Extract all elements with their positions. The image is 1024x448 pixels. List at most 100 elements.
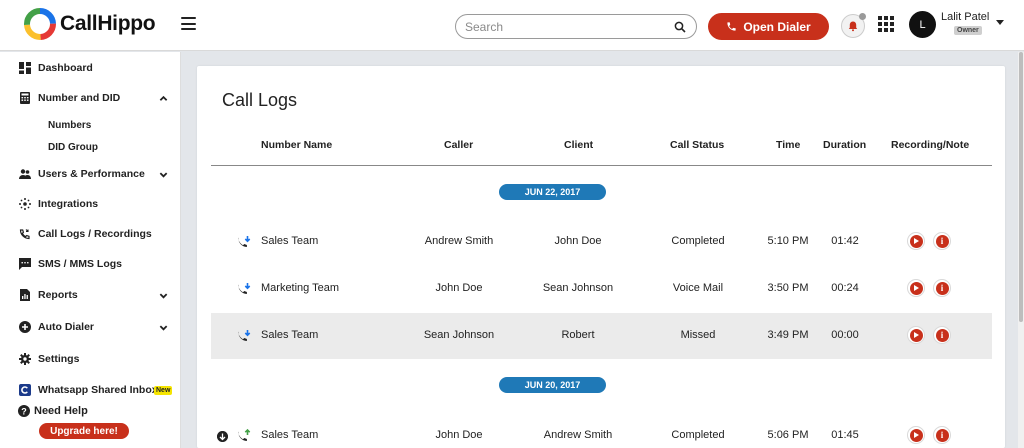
note-info-button[interactable]: i — [933, 232, 951, 250]
open-dialer-label: Open Dialer — [743, 19, 811, 34]
svg-text:?: ? — [21, 406, 27, 416]
play-icon — [914, 238, 919, 244]
notification-bell[interactable] — [841, 13, 866, 38]
menu-toggle-icon[interactable] — [181, 17, 196, 30]
outgoing-call-icon — [238, 428, 251, 441]
cell-duration: 01:42 — [831, 235, 859, 247]
sidebar-item-integrations[interactable]: Integrations — [0, 193, 181, 215]
open-dialer-button[interactable]: Open Dialer — [708, 13, 829, 40]
cell-number-name: Marketing Team — [261, 282, 340, 294]
cell-number-name: Sales Team — [261, 235, 319, 247]
play-recording-button[interactable] — [907, 326, 925, 344]
sidebar-subitem-numbers[interactable]: Numbers — [48, 120, 91, 131]
call-logs-icon — [19, 229, 30, 240]
chevron-down-icon[interactable] — [159, 291, 168, 300]
table-row[interactable]: Marketing Team John Doe Sean Johnson Voi… — [211, 266, 992, 312]
need-help-label: Need Help — [34, 405, 88, 417]
table-row[interactable]: Sales Team Sean Johnson Robert Missed 3:… — [211, 313, 992, 359]
play-icon — [914, 332, 919, 338]
sidebar-item-auto-dialer[interactable]: Auto Dialer — [0, 316, 181, 338]
user-menu-caret-icon[interactable] — [996, 20, 1004, 25]
callhippo-logo-icon[interactable] — [24, 8, 56, 40]
cell-call-status: Missed — [680, 329, 716, 341]
column-header-call-status[interactable]: Call Status — [670, 139, 724, 151]
column-header-caller[interactable]: Caller — [444, 139, 473, 151]
date-group-badge: JUN 20, 2017 — [499, 377, 606, 393]
search-input[interactable] — [465, 18, 665, 35]
play-recording-button[interactable] — [907, 232, 925, 250]
sidebar-subitem-did-group[interactable]: DID Group — [48, 142, 98, 153]
sidebar-item-users-performance[interactable]: Users & Performance — [0, 163, 181, 185]
cell-call-status: Voice Mail — [672, 282, 724, 294]
avatar[interactable]: L — [909, 11, 936, 38]
notification-dot — [859, 13, 866, 20]
sidebar-item-reports[interactable]: Reports — [0, 284, 181, 306]
dashboard-icon — [19, 62, 31, 74]
sidebar-item-label: Users & Performance — [38, 168, 145, 180]
users-icon — [19, 169, 31, 179]
sidebar-item-label: SMS / MMS Logs — [38, 258, 122, 270]
table-row[interactable]: Sales Team Andrew Smith John Doe Complet… — [211, 219, 992, 265]
sidebar-item-label: Number and DID — [38, 92, 121, 104]
app-name[interactable]: CallHippo — [60, 12, 156, 36]
sidebar-item-label: Integrations — [38, 198, 99, 210]
cell-number-name: Sales Team — [261, 329, 319, 341]
column-header-duration[interactable]: Duration — [823, 139, 866, 151]
new-badge: New — [154, 385, 173, 395]
column-header-number-name[interactable]: Number Name — [261, 139, 332, 151]
user-name[interactable]: Lalit Patel — [941, 11, 989, 23]
cell-time: 3:50 PM — [767, 282, 809, 294]
sidebar-item-whatsapp-inbox[interactable]: Whatsapp Shared Inbox New — [0, 379, 181, 401]
auto-dialer-icon — [19, 321, 31, 333]
sidebar-item-number-and-did[interactable]: Number and DID — [0, 87, 181, 109]
note-info-button[interactable]: i — [933, 426, 951, 444]
chevron-up-icon[interactable] — [159, 94, 168, 103]
column-header-client[interactable]: Client — [564, 139, 593, 151]
sidebar-item-label: Whatsapp Shared Inbox — [38, 384, 158, 396]
apps-grid-icon[interactable] — [878, 16, 894, 32]
phone-icon — [727, 22, 736, 31]
column-header-time[interactable]: Time — [776, 139, 800, 151]
table-header-divider — [211, 165, 992, 166]
play-recording-button[interactable] — [907, 279, 925, 297]
column-header-recording-note[interactable]: Recording/Note — [891, 139, 969, 151]
sidebar-item-label: Settings — [38, 353, 80, 365]
chevron-down-icon[interactable] — [159, 323, 168, 332]
info-icon: i — [935, 281, 949, 295]
cell-caller: Andrew Smith — [424, 235, 494, 247]
note-info-button[interactable]: i — [933, 279, 951, 297]
cell-call-status: Completed — [671, 235, 725, 247]
alarm-bell-icon — [848, 21, 858, 32]
sidebar-item-dashboard[interactable]: Dashboard — [0, 57, 181, 79]
cell-call-status: Completed — [671, 429, 725, 441]
page-scrollbar[interactable] — [1018, 52, 1024, 448]
incoming-call-icon — [238, 330, 251, 341]
page-title: Call Logs — [222, 90, 298, 110]
help-icon: ? — [18, 405, 30, 417]
sidebar-item-settings[interactable]: Settings — [0, 348, 181, 370]
cell-caller: John Doe — [435, 429, 483, 441]
cell-time: 3:49 PM — [767, 329, 809, 341]
sidebar-item-call-logs[interactable]: Call Logs / Recordings — [0, 223, 181, 245]
play-recording-button[interactable] — [907, 426, 925, 444]
note-info-button[interactable]: i — [933, 326, 951, 344]
date-group-badge: JUN 22, 2017 — [499, 184, 606, 200]
sidebar-item-sms-mms-logs[interactable]: SMS / MMS Logs — [0, 253, 181, 275]
chevron-down-icon[interactable] — [159, 170, 168, 179]
cell-duration: 00:00 — [831, 329, 859, 341]
cell-time: 5:10 PM — [767, 235, 809, 247]
reports-icon — [20, 289, 30, 301]
search-box[interactable] — [455, 14, 697, 39]
cell-time: 5:06 PM — [767, 429, 809, 441]
incoming-call-icon — [238, 283, 251, 294]
expand-row-icon[interactable] — [217, 431, 228, 442]
table-row[interactable]: Sales Team John Doe Andrew Smith Complet… — [211, 413, 992, 448]
gear-icon — [19, 353, 31, 365]
search-icon[interactable] — [674, 21, 686, 33]
incoming-call-icon — [238, 236, 251, 247]
sidebar-item-label: Auto Dialer — [38, 321, 95, 333]
scrollbar-thumb[interactable] — [1019, 52, 1023, 322]
whatsapp-icon — [19, 384, 31, 396]
upgrade-button[interactable]: Upgrade here! — [39, 423, 129, 439]
info-icon: i — [935, 328, 949, 342]
